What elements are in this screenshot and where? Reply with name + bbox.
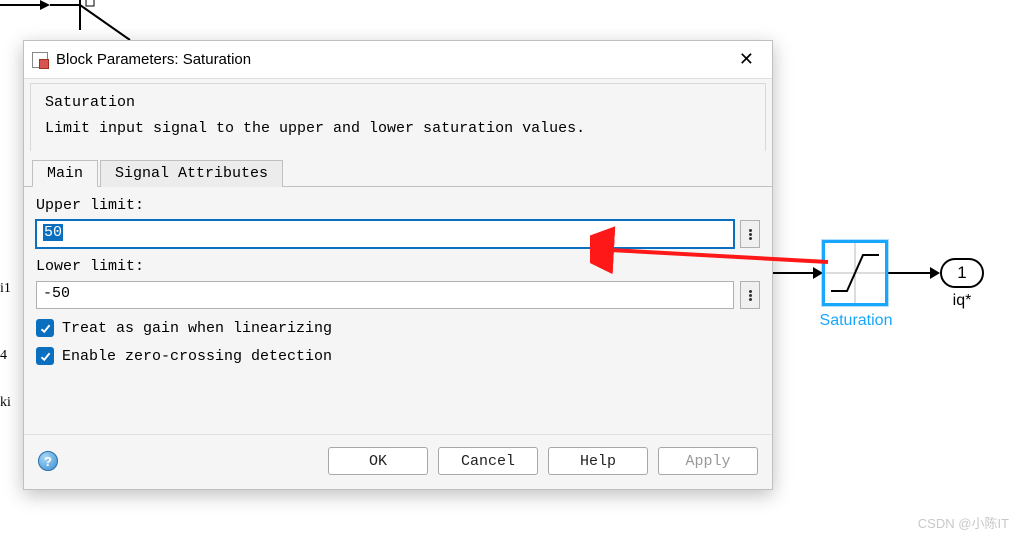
block-description: Saturation Limit input signal to the upp… (30, 83, 766, 151)
outport-block[interactable]: 1 (940, 258, 984, 288)
zero-crossing-label: Enable zero-crossing detection (62, 348, 332, 365)
tab-signal-attributes[interactable]: Signal Attributes (100, 160, 283, 187)
block-description-text: Limit input signal to the upper and lowe… (45, 116, 753, 142)
saturation-block[interactable] (822, 240, 888, 306)
help-bubble-icon[interactable]: ? (38, 451, 58, 471)
apply-button[interactable]: Apply (658, 447, 758, 475)
lower-limit-input[interactable]: -50 (36, 281, 734, 309)
tab-main[interactable]: Main (32, 160, 98, 187)
simulink-block-icon (32, 52, 48, 68)
tab-strip: Main Signal Attributes (24, 159, 772, 187)
zero-crossing-checkbox[interactable] (36, 347, 54, 365)
outport-number: 1 (957, 263, 966, 283)
wire-saturation-to-out (888, 272, 932, 274)
lower-limit-more-button[interactable] (740, 281, 760, 309)
saturation-block-label: Saturation (800, 312, 912, 330)
form-area: Upper limit: 50 Lower limit: -50 Treat a… (24, 187, 772, 434)
watermark: CSDN @小陈IT (918, 513, 1009, 532)
block-type-heading: Saturation (45, 90, 753, 116)
dialog-titlebar: Block Parameters: Saturation ✕ (24, 41, 772, 79)
close-icon[interactable]: ✕ (729, 47, 764, 72)
dialog-button-row: ? OK Cancel Help Apply (24, 434, 772, 489)
upper-limit-value: 50 (43, 224, 63, 241)
side-label-ki: ki (0, 395, 11, 411)
upper-limit-input[interactable]: 50 (36, 220, 734, 248)
treat-as-gain-label: Treat as gain when linearizing (62, 320, 332, 337)
check-icon (39, 350, 52, 363)
ok-button[interactable]: OK (328, 447, 428, 475)
bg-wire-top (0, 0, 180, 40)
block-parameters-dialog: Block Parameters: Saturation ✕ Saturatio… (23, 40, 773, 490)
lower-limit-label: Lower limit: (36, 258, 760, 275)
treat-as-gain-checkbox[interactable] (36, 319, 54, 337)
help-button[interactable]: Help (548, 447, 648, 475)
dialog-title: Block Parameters: Saturation (56, 51, 729, 68)
check-icon (39, 322, 52, 335)
upper-limit-label: Upper limit: (36, 197, 760, 214)
cancel-button[interactable]: Cancel (438, 447, 538, 475)
outport-label: iq* (940, 292, 984, 310)
lower-limit-value: -50 (43, 285, 70, 302)
upper-limit-more-button[interactable] (740, 220, 760, 248)
side-label-4: 4 (0, 348, 7, 364)
wire-arrow-2 (930, 267, 940, 279)
side-label-i1: i1 (0, 281, 11, 297)
